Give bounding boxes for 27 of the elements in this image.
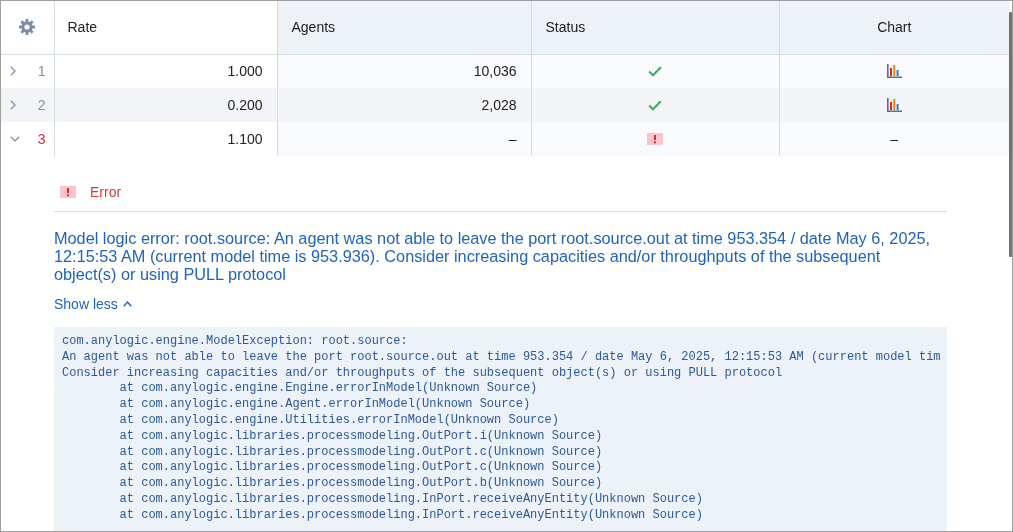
- error-message: Model logic error: root.source: An agent was not able to leave the port root.source.out at time 953.354 / date May 6, 2025, 12:15:53 AM (current model time is 953.936). Consider increasing capacities and/or throughputs of the subsequent object(s) or using PULL protocol: [54, 229, 932, 283]
- column-header[interactable]: Chart: [779, 1, 1009, 54]
- bar-chart-icon[interactable]: [886, 64, 902, 79]
- error-title: Error: [90, 183, 122, 201]
- table-cell: –: [779, 122, 1009, 156]
- table-cell: 2,028: [277, 88, 531, 122]
- row-number: 1: [37, 61, 46, 81]
- table-cell: 10,036: [277, 54, 531, 88]
- show-less-link[interactable]: Show less: [54, 295, 132, 313]
- chevron-down-icon[interactable]: [10, 136, 20, 142]
- row-number: 2: [37, 95, 46, 115]
- chevron-right-icon[interactable]: [10, 100, 16, 110]
- settings-icon[interactable]: [18, 19, 35, 36]
- table-cell: –: [277, 122, 531, 156]
- column-header[interactable]: Status: [531, 1, 779, 54]
- column-header[interactable]: Rate: [54, 1, 277, 54]
- chevron-up-icon: [122, 301, 132, 307]
- bar-chart-icon[interactable]: [886, 98, 902, 112]
- stack-trace: com.anylogic.engine.ModelException: root.source: An agent was not able to leave the port root.source.out at time 953.354 / date May 6, 2025, 12:15:53 AM (current model tim Consider increasing capacities and/or throughputs of the subsequent object(s) or using PULL protocol at com.anylogic.engine.Engine.errorInModel(Unknown Source) at com.anylogic.engine.Agent.errorInModel(Unknown Source) at com.anylogic.engine.Utilities.errorInModel(Unknown Source) at com.anylogic.libraries.processmodeling.OutPort.i(Unknown Source) at com.anylogic.libraries.processmodeling.OutPort.c(Unknown Source) at com.anylogic.libraries.processmodeling.OutPort.c(Unknown Source) at com.anylogic.libraries.processmodeling.OutPort.b(Unknown Source) at com.anylogic.libraries.processmodeling.InPort.receiveAnyEntity(Unknown Source) at com.anylogic.libraries.processmodeling.InPort.receiveAnyEntity(Unknown Source): [54, 327, 947, 531]
- chevron-right-icon[interactable]: [10, 66, 16, 77]
- row-number: 3: [37, 129, 46, 149]
- column-header[interactable]: Agents: [277, 1, 531, 54]
- error-icon: [60, 186, 76, 198]
- scrollbar-thumb[interactable]: [1009, 12, 1012, 257]
- table-cell: 1.000: [54, 54, 277, 88]
- table-cell: 1.100: [54, 122, 277, 156]
- table-cell: 0.200: [54, 88, 277, 122]
